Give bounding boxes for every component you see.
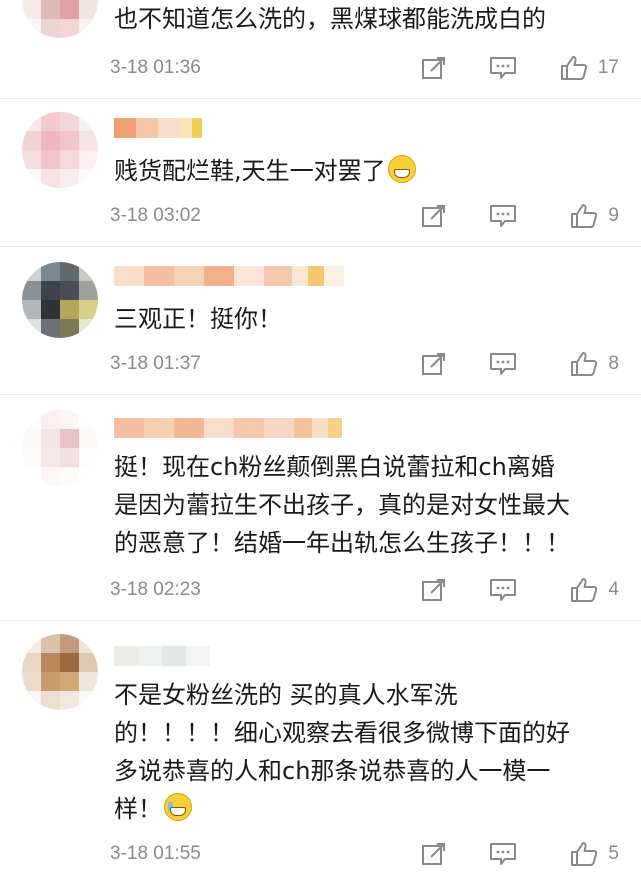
thumbs-up-icon	[571, 352, 598, 376]
username-pixelated[interactable]	[114, 418, 342, 438]
share-icon[interactable]	[417, 56, 447, 80]
comment-time: 3-18 01:36	[110, 57, 201, 78]
comment-item: 挺！现在ch粉丝颠倒黑白说蕾拉和ch离婚 是因为蕾拉生不出孩子，真的是对女性最大…	[0, 394, 641, 621]
share-icon[interactable]	[417, 204, 447, 228]
comment-meta: 3-18 01:55 5	[110, 840, 619, 868]
comment-meta: 3-18 02:23 4	[110, 576, 619, 604]
comment-icon[interactable]	[487, 204, 517, 228]
comment-icon[interactable]	[487, 842, 517, 866]
comment-item: 也不知道怎么洗的，黑煤球都能洗成白的 3-18 01:36 17	[0, 0, 641, 99]
comment-text: 也不知道怎么洗的，黑煤球都能洗成白的	[114, 5, 546, 33]
comment-text: 不是女粉丝洗的 买的真人水军洗 的！！！！细心观察去看很多微博下面的好 多说恭喜…	[114, 676, 621, 828]
like-button[interactable]: 4	[557, 577, 619, 603]
comment-time: 3-18 03:02	[110, 205, 201, 226]
avatar[interactable]	[22, 410, 98, 486]
comment-icon[interactable]	[487, 352, 517, 376]
comment-meta: 3-18 03:02 9	[110, 202, 619, 230]
share-icon[interactable]	[417, 578, 447, 602]
comment-text: 挺！现在ch粉丝颠倒黑白说蕾拉和ch离婚 是因为蕾拉生不出孩子，真的是对女性最大…	[114, 453, 570, 557]
like-count: 17	[597, 57, 619, 78]
comment-meta: 3-18 01:36 17	[110, 54, 619, 82]
avatar[interactable]	[22, 0, 98, 38]
thumbs-up-icon	[560, 56, 587, 80]
username-pixelated[interactable]	[114, 646, 210, 666]
comment-icon[interactable]	[487, 56, 517, 80]
crying-laughing-emoji-icon	[164, 793, 192, 821]
username-pixelated[interactable]	[114, 266, 344, 286]
like-count: 4	[608, 579, 619, 600]
share-icon[interactable]	[417, 842, 447, 866]
like-count: 5	[608, 843, 619, 864]
grinning-emoji-icon	[387, 155, 416, 183]
share-icon[interactable]	[417, 352, 447, 376]
comment-icon[interactable]	[487, 578, 517, 602]
like-button[interactable]: 8	[557, 351, 619, 377]
comment-item: 贱货配烂鞋,天生一对罢了 3-18 03:02 9	[0, 98, 641, 247]
comment-time: 3-18 01:37	[110, 353, 201, 374]
avatar[interactable]	[22, 634, 98, 710]
comment-text: 贱货配烂鞋,天生一对罢了	[114, 152, 621, 190]
avatar[interactable]	[22, 262, 98, 338]
comment-time: 3-18 02:23	[110, 579, 201, 600]
thumbs-up-icon	[571, 842, 598, 866]
comment-item: 三观正！挺你！ 3-18 01:37 8	[0, 246, 641, 395]
thumbs-up-icon	[571, 204, 598, 228]
comment-time: 3-18 01:55	[110, 843, 201, 864]
thumbs-up-icon	[571, 578, 598, 602]
comment-text-content: 贱货配烂鞋,天生一对罢了	[114, 157, 386, 185]
like-count: 9	[608, 205, 619, 226]
avatar[interactable]	[22, 112, 98, 188]
comment-item: 不是女粉丝洗的 买的真人水军洗 的！！！！细心观察去看很多微博下面的好 多说恭喜…	[0, 620, 641, 884]
comment-text: 三观正！挺你！	[114, 305, 282, 333]
like-count: 8	[608, 353, 619, 374]
username-pixelated[interactable]	[114, 118, 202, 138]
like-button[interactable]: 17	[557, 55, 619, 81]
like-button[interactable]: 9	[557, 203, 619, 229]
like-button[interactable]: 5	[557, 841, 619, 867]
comment-meta: 3-18 01:37 8	[110, 350, 619, 378]
